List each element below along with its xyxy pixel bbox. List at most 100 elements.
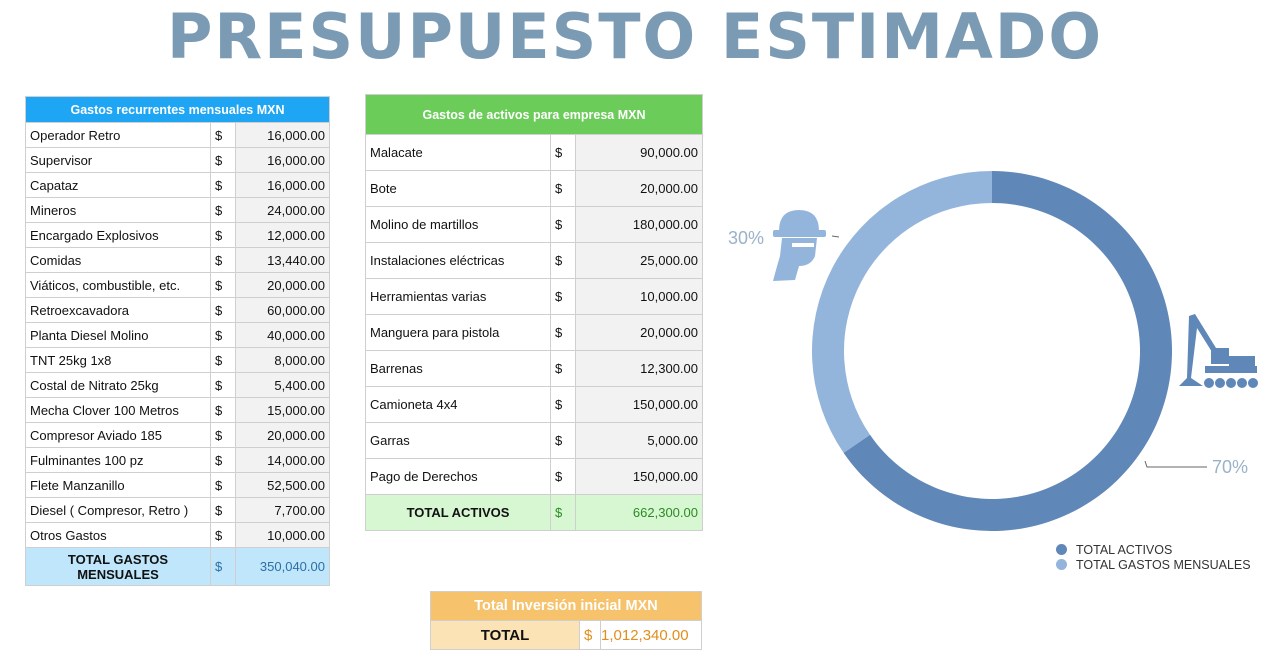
recurring-row: TNT 25kg 1x8 $8,000.00 xyxy=(25,347,330,373)
recurring-row: Viáticos, combustible, etc. $20,000.00 xyxy=(25,272,330,298)
recurring-label: Viáticos, combustible, etc. xyxy=(25,272,211,298)
asset-label: Herramientas varias xyxy=(365,278,551,315)
asset-amount: 150,000.00 xyxy=(575,386,703,423)
asset-row: Garras $5,000.00 xyxy=(365,422,703,459)
asset-label: Barrenas xyxy=(365,350,551,387)
asset-amount: 5,000.00 xyxy=(575,422,703,459)
donut-chart xyxy=(773,171,1258,531)
recurring-total-label: TOTAL GASTOS MENSUALES xyxy=(25,547,211,586)
recurring-currency: $ xyxy=(210,497,236,523)
recurring-label: Supervisor xyxy=(25,147,211,173)
recurring-amount: 20,000.00 xyxy=(235,422,330,448)
asset-currency: $ xyxy=(550,170,576,207)
recurring-label: Flete Manzanillo xyxy=(25,472,211,498)
recurring-row: Mineros $24,000.00 xyxy=(25,197,330,223)
asset-row: Barrenas $12,300.00 xyxy=(365,350,703,387)
recurring-amount: 16,000.00 xyxy=(235,147,330,173)
recurring-row: Flete Manzanillo $52,500.00 xyxy=(25,472,330,498)
recurring-label: Operador Retro xyxy=(25,122,211,148)
asset-row: Manguera para pistola $20,000.00 xyxy=(365,314,703,351)
asset-amount: 150,000.00 xyxy=(575,458,703,495)
legend-item-gastos: TOTAL GASTOS MENSUALES xyxy=(1056,557,1251,572)
recurring-row: Fulminantes 100 pz $14,000.00 xyxy=(25,447,330,473)
chart-legend: TOTAL ACTIVOS TOTAL GASTOS MENSUALES xyxy=(1056,542,1251,572)
activos-percent-label: 70% xyxy=(1212,457,1249,477)
recurring-amount: 5,400.00 xyxy=(235,372,330,398)
donut-slice-gastos xyxy=(811,171,992,453)
initial-investment-header: Total Inversión inicial MXN xyxy=(430,591,702,621)
recurring-currency: $ xyxy=(210,247,236,273)
asset-row: Camioneta 4x4 $150,000.00 xyxy=(365,386,703,423)
legend-swatch-activos xyxy=(1056,544,1067,555)
asset-row: Instalaciones eléctricas $25,000.00 xyxy=(365,242,703,279)
asset-label: Camioneta 4x4 xyxy=(365,386,551,423)
recurring-label: Fulminantes 100 pz xyxy=(25,447,211,473)
gastos-leader-line xyxy=(831,235,840,238)
recurring-currency: $ xyxy=(210,197,236,223)
worker-helmet-icon xyxy=(773,210,826,281)
recurring-label: Otros Gastos xyxy=(25,522,211,548)
legend-label-gastos: TOTAL GASTOS MENSUALES xyxy=(1076,557,1251,572)
asset-label: Garras xyxy=(365,422,551,459)
asset-amount: 180,000.00 xyxy=(575,206,703,243)
recurring-amount: 52,500.00 xyxy=(235,472,330,498)
recurring-currency: $ xyxy=(210,172,236,198)
activos-leader-line xyxy=(1144,460,1207,468)
recurring-label: Encargado Explosivos xyxy=(25,222,211,248)
asset-label: Pago de Derechos xyxy=(365,458,551,495)
recurring-currency: $ xyxy=(210,397,236,423)
recurring-row: Costal de Nitrato 25kg $5,400.00 xyxy=(25,372,330,398)
asset-label: Malacate xyxy=(365,134,551,171)
recurring-row: Comidas $13,440.00 xyxy=(25,247,330,273)
excavator-icon xyxy=(1179,314,1258,388)
investment-total-row: TOTAL $ 1,012,340.00 xyxy=(430,620,702,650)
recurring-label: Comidas xyxy=(25,247,211,273)
asset-currency: $ xyxy=(550,242,576,279)
recurring-amount: 16,000.00 xyxy=(235,122,330,148)
investment-total-label: TOTAL xyxy=(430,620,580,650)
recurring-total-currency: $ xyxy=(210,547,236,586)
asset-currency: $ xyxy=(550,278,576,315)
legend-swatch-gastos xyxy=(1056,559,1067,570)
asset-amount: 20,000.00 xyxy=(575,314,703,351)
recurring-currency: $ xyxy=(210,447,236,473)
recurring-row: Capataz $16,000.00 xyxy=(25,172,330,198)
recurring-currency: $ xyxy=(210,297,236,323)
recurring-label: Capataz xyxy=(25,172,211,198)
recurring-currency: $ xyxy=(210,222,236,248)
asset-total-row: TOTAL ACTIVOS $662,300.00 xyxy=(365,494,703,531)
initial-investment-table: Total Inversión inicial MXN TOTAL $ 1,01… xyxy=(430,591,702,650)
recurring-currency: $ xyxy=(210,322,236,348)
recurring-amount: 12,000.00 xyxy=(235,222,330,248)
asset-label: Instalaciones eléctricas xyxy=(365,242,551,279)
asset-row: Malacate $90,000.00 xyxy=(365,134,703,171)
asset-amount: 90,000.00 xyxy=(575,134,703,171)
recurring-amount: 14,000.00 xyxy=(235,447,330,473)
recurring-currency: $ xyxy=(210,147,236,173)
asset-label: Molino de martillos xyxy=(365,206,551,243)
asset-currency: $ xyxy=(550,386,576,423)
recurring-amount: 7,700.00 xyxy=(235,497,330,523)
asset-currency: $ xyxy=(550,350,576,387)
recurring-currency: $ xyxy=(210,122,236,148)
recurring-amount: 20,000.00 xyxy=(235,272,330,298)
asset-amount: 10,000.00 xyxy=(575,278,703,315)
recurring-expenses-header: Gastos recurrentes mensuales MXN xyxy=(25,96,330,123)
recurring-label: TNT 25kg 1x8 xyxy=(25,347,211,373)
investment-currency: $ xyxy=(579,620,601,650)
investment-total-amount: 1,012,340.00 xyxy=(600,620,702,650)
asset-label: Bote xyxy=(365,170,551,207)
recurring-label: Mecha Clover 100 Metros xyxy=(25,397,211,423)
recurring-amount: 24,000.00 xyxy=(235,197,330,223)
asset-currency: $ xyxy=(550,134,576,171)
recurring-amount: 60,000.00 xyxy=(235,297,330,323)
asset-row: Molino de martillos $180,000.00 xyxy=(365,206,703,243)
legend-item-activos: TOTAL ACTIVOS xyxy=(1056,542,1251,557)
recurring-amount: 8,000.00 xyxy=(235,347,330,373)
gastos-percent-label: 30% xyxy=(728,228,765,248)
recurring-row: Operador Retro $16,000.00 xyxy=(25,122,330,148)
recurring-expenses-table: Gastos recurrentes mensuales MXN Operado… xyxy=(25,96,330,586)
recurring-label: Diesel ( Compresor, Retro ) xyxy=(25,497,211,523)
assets-expenses-table: Gastos de activos para empresa MXN Malac… xyxy=(365,94,703,531)
recurring-row: Encargado Explosivos $12,000.00 xyxy=(25,222,330,248)
